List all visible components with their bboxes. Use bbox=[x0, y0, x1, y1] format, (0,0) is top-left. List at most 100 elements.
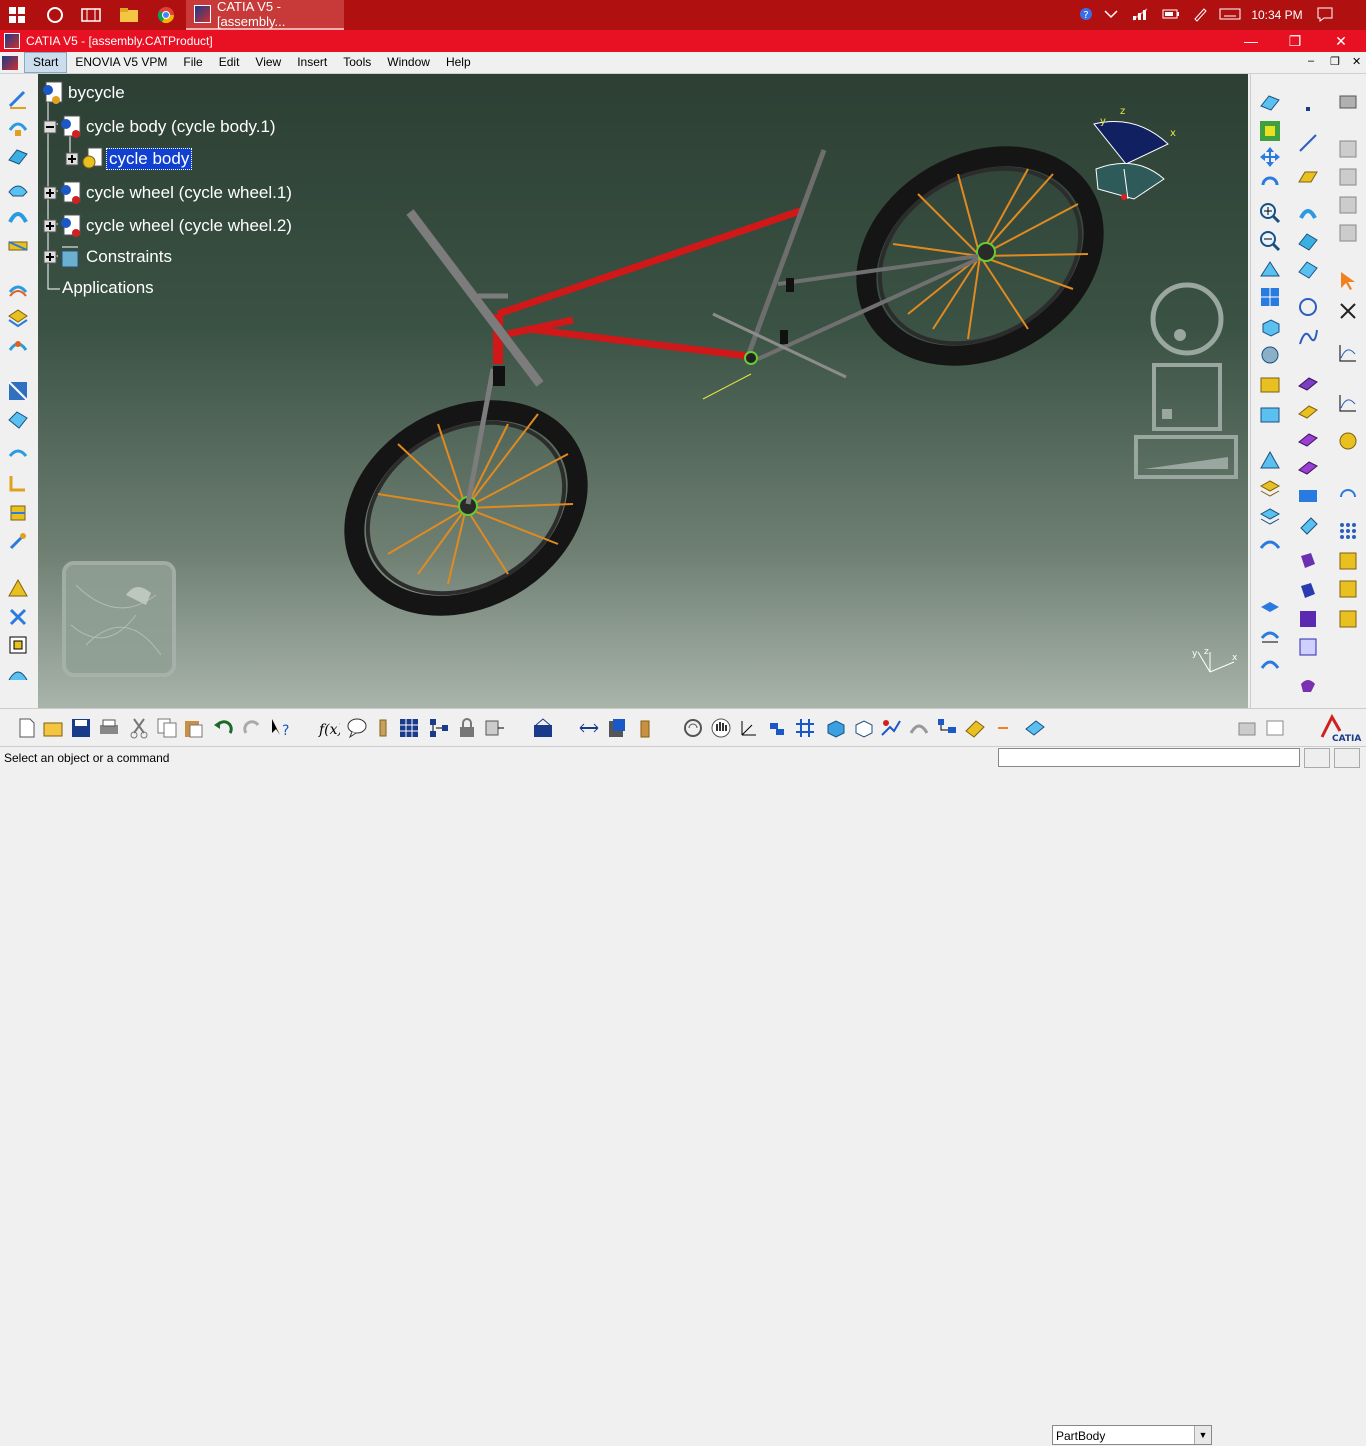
keyboard-icon[interactable] bbox=[1214, 8, 1246, 23]
connect-icon[interactable] bbox=[1337, 430, 1359, 452]
copy-icon[interactable] bbox=[156, 717, 178, 739]
doc-minimize-icon[interactable]: – bbox=[1308, 55, 1314, 67]
swap-space-icon[interactable] bbox=[1259, 404, 1281, 426]
extrude-icon[interactable] bbox=[1297, 202, 1319, 224]
body-icon[interactable] bbox=[1024, 717, 1046, 739]
loft-tool-icon[interactable] bbox=[7, 206, 29, 228]
new-file-icon[interactable] bbox=[16, 717, 38, 739]
orbit-wheel-icon[interactable] bbox=[1150, 282, 1224, 356]
fly-mode-icon[interactable] bbox=[532, 717, 554, 739]
sweep-tool-icon[interactable] bbox=[7, 144, 29, 166]
shaft-icon[interactable] bbox=[1297, 428, 1319, 450]
catalog-icon[interactable] bbox=[1337, 90, 1359, 112]
measure-icon[interactable] bbox=[1259, 450, 1281, 472]
menu-tools[interactable]: Tools bbox=[335, 53, 379, 72]
catia-title-icon[interactable] bbox=[4, 33, 20, 49]
grid-view-icon[interactable] bbox=[794, 717, 816, 739]
menu-edit[interactable]: Edit bbox=[211, 53, 248, 72]
doc-close-icon[interactable]: ✕ bbox=[1352, 55, 1361, 68]
apply-props-icon[interactable] bbox=[1337, 222, 1359, 244]
graph-icon[interactable] bbox=[1337, 342, 1359, 364]
menu-file[interactable]: File bbox=[175, 53, 210, 72]
body-select[interactable]: PartBody ▼ bbox=[1052, 1425, 1212, 1445]
measure-between-icon[interactable] bbox=[578, 717, 600, 739]
task-view-icon[interactable] bbox=[80, 4, 102, 26]
power-input-button[interactable] bbox=[1304, 748, 1330, 768]
tree-root[interactable]: bycycle bbox=[40, 80, 127, 106]
pen-icon[interactable] bbox=[1186, 6, 1214, 25]
stiffener-icon[interactable] bbox=[1297, 580, 1319, 602]
join-tool-icon[interactable] bbox=[7, 606, 29, 628]
tree-node-applications[interactable]: Applications bbox=[60, 278, 156, 298]
revolve-tool-icon[interactable] bbox=[7, 116, 29, 138]
menu-help[interactable]: Help bbox=[438, 53, 479, 72]
blend-tool-icon[interactable] bbox=[7, 234, 29, 256]
scaling-icon[interactable] bbox=[1337, 578, 1359, 600]
measure-item-icon[interactable] bbox=[606, 717, 628, 739]
shading-edges-icon[interactable] bbox=[852, 717, 874, 739]
open-file-icon[interactable] bbox=[42, 717, 64, 739]
axis-view-icon[interactable] bbox=[738, 717, 760, 739]
zoom-in-icon[interactable] bbox=[1259, 202, 1281, 224]
cortana-icon[interactable] bbox=[44, 4, 66, 26]
menu-insert[interactable]: Insert bbox=[289, 53, 335, 72]
knowledge-icon[interactable] bbox=[372, 717, 394, 739]
normal-view-icon[interactable] bbox=[1259, 258, 1281, 280]
in-work-object-icon[interactable] bbox=[1236, 717, 1258, 739]
network-icon[interactable] bbox=[1124, 7, 1156, 24]
fill-tool-icon[interactable] bbox=[7, 178, 29, 200]
tree-overview-icon[interactable] bbox=[62, 561, 176, 677]
pocket-icon[interactable] bbox=[1297, 400, 1319, 422]
compass-icon[interactable]: z y x bbox=[1086, 104, 1176, 234]
menu-enovia[interactable]: ENOVIA V5 VPM bbox=[67, 53, 175, 72]
tree-node-cycle-body-part[interactable]: cycle body bbox=[64, 146, 193, 172]
undo-icon[interactable] bbox=[212, 717, 234, 739]
save-icon[interactable] bbox=[70, 717, 92, 739]
whats-this-icon[interactable]: ? bbox=[270, 717, 292, 739]
section-icon[interactable] bbox=[1259, 596, 1281, 618]
rotate-view-icon[interactable] bbox=[1259, 174, 1281, 196]
front-wheel[interactable] bbox=[319, 371, 613, 645]
fit-all-in-icon[interactable] bbox=[682, 717, 704, 739]
mirror-icon[interactable] bbox=[1337, 550, 1359, 572]
revolution-icon[interactable] bbox=[1297, 230, 1319, 252]
comment-icon[interactable] bbox=[346, 717, 368, 739]
chevron-down-icon[interactable]: ▼ bbox=[1194, 1426, 1211, 1444]
iso-view-icon-2[interactable] bbox=[824, 717, 846, 739]
hole-icon[interactable] bbox=[1297, 484, 1319, 506]
collapse-icon[interactable] bbox=[42, 119, 58, 135]
plane-icon[interactable] bbox=[1297, 166, 1319, 188]
split-tool-icon[interactable] bbox=[7, 380, 29, 402]
lock-icon[interactable] bbox=[456, 717, 478, 739]
normal-view-icon-2[interactable] bbox=[766, 717, 788, 739]
paste-icon[interactable] bbox=[182, 717, 204, 739]
snap-icon[interactable] bbox=[1259, 534, 1281, 556]
layer-icon[interactable] bbox=[1259, 478, 1281, 500]
analysis-icon[interactable] bbox=[1259, 652, 1281, 674]
copy-props-icon[interactable] bbox=[1337, 138, 1359, 160]
multi-view-icon[interactable] bbox=[1259, 286, 1281, 308]
notification-icon[interactable] bbox=[1308, 6, 1342, 25]
tree-node-cycle-body-instance[interactable]: cycle body (cycle body.1) bbox=[42, 114, 278, 140]
thickness-tool-icon[interactable] bbox=[7, 306, 29, 328]
formula-icon[interactable]: f(x) bbox=[318, 717, 343, 739]
tree-expand-icon[interactable] bbox=[428, 717, 450, 739]
inertia-icon[interactable] bbox=[634, 717, 656, 739]
command-input[interactable] bbox=[998, 748, 1300, 767]
loft-icon[interactable] bbox=[1297, 636, 1319, 658]
hide-icon[interactable] bbox=[880, 717, 902, 739]
battery-icon[interactable] bbox=[1156, 8, 1186, 23]
circle-icon[interactable] bbox=[1297, 296, 1319, 318]
publish-icon[interactable] bbox=[484, 717, 506, 739]
tree-node-cycle-wheel-1[interactable]: cycle wheel (cycle wheel.1) bbox=[42, 180, 294, 206]
zoom-out-icon[interactable] bbox=[1259, 230, 1281, 252]
cut-icon[interactable] bbox=[128, 717, 150, 739]
cut-plane-icon[interactable] bbox=[1259, 624, 1281, 646]
remove-loft-icon[interactable] bbox=[1297, 674, 1319, 696]
table-props-icon[interactable] bbox=[1337, 194, 1359, 216]
file-explorer-icon[interactable] bbox=[118, 4, 140, 26]
surface-tool-icon[interactable] bbox=[7, 334, 29, 356]
sphere-icon[interactable] bbox=[1297, 258, 1319, 280]
rotate-tool-icon[interactable] bbox=[7, 532, 29, 554]
menu-window[interactable]: Window bbox=[379, 53, 438, 72]
